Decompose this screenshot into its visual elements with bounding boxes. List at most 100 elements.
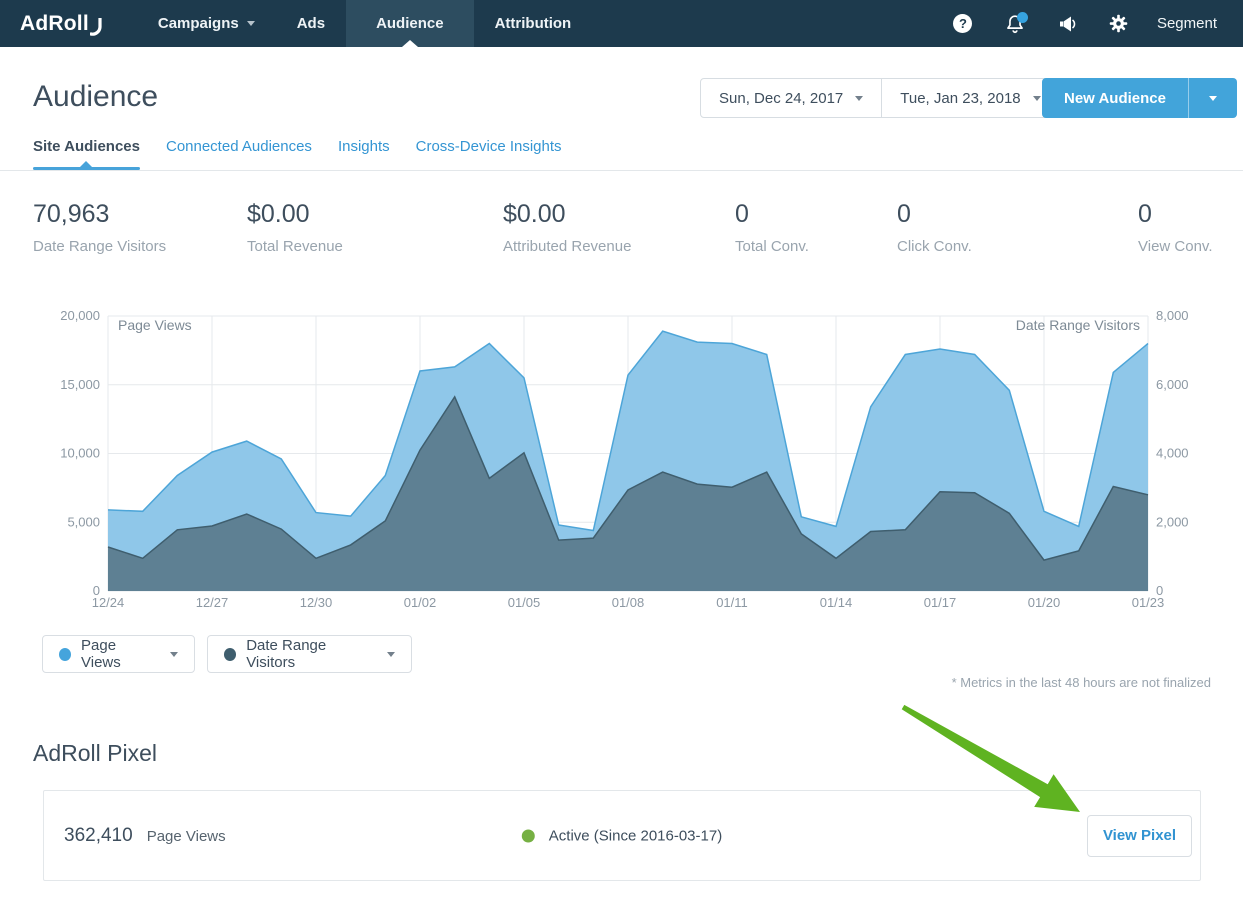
gear-icon: [1108, 13, 1129, 34]
svg-text:12/30: 12/30: [300, 595, 333, 610]
svg-text:01/02: 01/02: [404, 595, 437, 610]
notifications-button[interactable]: [989, 0, 1041, 47]
stat-date-range-visitors: 70,963 Date Range Visitors: [33, 200, 166, 255]
pixel-page-views-value: 362,410: [64, 825, 133, 847]
svg-text:01/14: 01/14: [820, 595, 853, 610]
help-icon: ?: [953, 14, 972, 33]
end-date-value: Tue, Jan 23, 2018: [900, 90, 1020, 107]
pixel-section-heading: AdRoll Pixel: [33, 740, 157, 767]
stat-total-revenue: $0.00 Total Revenue: [247, 200, 343, 255]
top-navbar: AdRoll Campaigns Ads Audience Attributio…: [0, 0, 1243, 47]
view-pixel-button[interactable]: View Pixel: [1087, 815, 1192, 857]
svg-text:01/20: 01/20: [1028, 595, 1061, 610]
start-date-selector[interactable]: Sun, Dec 24, 2017: [701, 79, 881, 117]
svg-text:20,000: 20,000: [60, 308, 100, 323]
stat-value: 0: [735, 200, 809, 229]
audience-tabs: Site Audiences Connected Audiences Insig…: [33, 138, 562, 170]
chevron-down-icon: [1033, 96, 1041, 101]
nav-item-campaigns[interactable]: Campaigns: [137, 0, 276, 47]
pixel-page-views: 362,410 Page Views: [64, 825, 226, 847]
stat-label: Total Conv.: [735, 238, 809, 255]
stat-value: 70,963: [33, 200, 166, 229]
chevron-down-icon: [387, 652, 395, 657]
nav-item-attribution-label: Attribution: [495, 15, 572, 32]
segment-link[interactable]: Segment: [1145, 15, 1229, 32]
svg-text:8,000: 8,000: [1156, 308, 1189, 323]
stat-value: 0: [897, 200, 972, 229]
date-range-picker: Sun, Dec 24, 2017 Tue, Jan 23, 2018: [700, 78, 1060, 118]
navbar-right-group: ?: [937, 0, 1229, 47]
stat-value: $0.00: [247, 200, 343, 229]
active-status-dot-icon: [522, 829, 535, 842]
pixel-card: 362,410 Page Views Active (Since 2016-03…: [43, 790, 1201, 881]
adroll-logo[interactable]: AdRoll: [20, 0, 105, 47]
svg-text:12/24: 12/24: [92, 595, 125, 610]
tab-cross-device-insights[interactable]: Cross-Device Insights: [416, 138, 562, 170]
notification-badge: [1017, 12, 1028, 23]
legend-label: Page Views: [81, 637, 154, 671]
svg-text:4,000: 4,000: [1156, 446, 1189, 461]
svg-text:01/17: 01/17: [924, 595, 957, 610]
svg-text:5,000: 5,000: [67, 514, 100, 529]
svg-text:10,000: 10,000: [60, 446, 100, 461]
audience-area-chart: 05,00010,00015,00020,00002,0004,0006,000…: [0, 300, 1243, 620]
start-date-value: Sun, Dec 24, 2017: [719, 90, 843, 107]
tab-site-audiences[interactable]: Site Audiences: [33, 138, 140, 170]
stat-value: $0.00: [503, 200, 631, 229]
chevron-down-icon: [247, 21, 255, 26]
help-button[interactable]: ?: [937, 0, 989, 47]
active-nav-notch: [402, 40, 418, 47]
stat-total-conv: 0 Total Conv.: [735, 200, 809, 255]
chevron-down-icon: [170, 652, 178, 657]
adroll-logo-text: AdRoll: [20, 12, 89, 36]
page-views-dot-icon: [59, 648, 71, 661]
pixel-page-views-label: Page Views: [147, 828, 226, 845]
new-audience-button[interactable]: New Audience: [1042, 78, 1188, 118]
legend-page-views-dropdown[interactable]: Page Views: [42, 635, 195, 673]
new-audience-split-button: New Audience: [1042, 78, 1237, 118]
tab-connected-audiences[interactable]: Connected Audiences: [166, 138, 312, 170]
nav-item-audience[interactable]: Audience: [346, 0, 474, 47]
tab-insights[interactable]: Insights: [338, 138, 390, 170]
chevron-down-icon: [855, 96, 863, 101]
page-title: Audience: [33, 80, 158, 114]
megaphone-icon: [1055, 12, 1079, 36]
stat-label: Date Range Visitors: [33, 238, 166, 255]
svg-text:01/08: 01/08: [612, 595, 645, 610]
metrics-footnote: * Metrics in the last 48 hours are not f…: [0, 675, 1211, 690]
audience-page: AdRoll Campaigns Ads Audience Attributio…: [0, 0, 1243, 900]
nav-item-audience-label: Audience: [376, 15, 444, 32]
stat-label: Attributed Revenue: [503, 238, 631, 255]
header-divider: [0, 170, 1243, 171]
new-audience-dropdown-button[interactable]: [1188, 78, 1237, 118]
svg-text:15,000: 15,000: [60, 377, 100, 392]
pixel-status-text: Active (Since 2016-03-17): [549, 827, 722, 844]
stat-attributed-revenue: $0.00 Attributed Revenue: [503, 200, 631, 255]
svg-text:01/11: 01/11: [716, 595, 748, 610]
legend-label: Date Range Visitors: [246, 637, 371, 671]
svg-text:01/05: 01/05: [508, 595, 541, 610]
chevron-down-icon: [1209, 96, 1217, 101]
announcements-button[interactable]: [1041, 0, 1093, 47]
stat-value: 0: [1138, 200, 1212, 229]
legend-date-range-visitors-dropdown[interactable]: Date Range Visitors: [207, 635, 412, 673]
date-range-visitors-dot-icon: [224, 648, 236, 661]
nav-item-attribution[interactable]: Attribution: [474, 0, 593, 47]
nav-item-ads[interactable]: Ads: [276, 0, 346, 47]
svg-text:Page Views: Page Views: [118, 317, 192, 333]
pixel-status: Active (Since 2016-03-17): [522, 827, 722, 844]
svg-text:Date Range Visitors: Date Range Visitors: [1016, 317, 1140, 333]
svg-text:01/23: 01/23: [1132, 595, 1165, 610]
adroll-logo-swoosh: [90, 18, 105, 36]
end-date-selector[interactable]: Tue, Jan 23, 2018: [881, 79, 1058, 117]
settings-button[interactable]: [1093, 0, 1145, 47]
nav-item-campaigns-label: Campaigns: [158, 15, 239, 32]
stat-label: Click Conv.: [897, 238, 972, 255]
svg-text:12/27: 12/27: [196, 595, 229, 610]
stat-click-conv: 0 Click Conv.: [897, 200, 972, 255]
stat-view-conv: 0 View Conv.: [1138, 200, 1212, 255]
stat-label: Total Revenue: [247, 238, 343, 255]
svg-text:6,000: 6,000: [1156, 377, 1189, 392]
stat-label: View Conv.: [1138, 238, 1212, 255]
nav-item-ads-label: Ads: [297, 15, 325, 32]
